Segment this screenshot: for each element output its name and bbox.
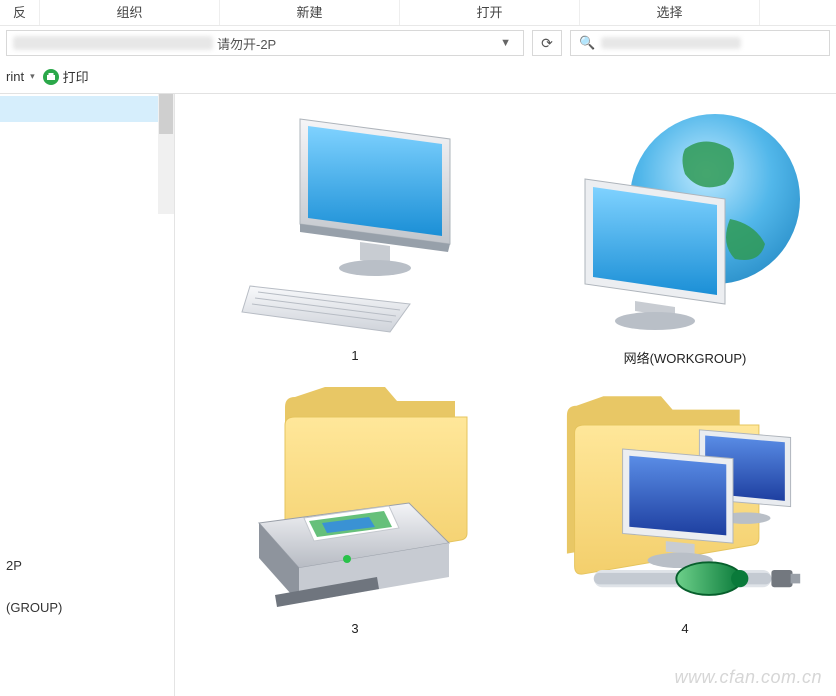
print-menu[interactable]: rint ▾ <box>6 69 35 84</box>
refresh-button[interactable]: ⟳ <box>532 30 562 56</box>
print-label: 打印 <box>63 67 89 86</box>
ribbon-tabs: 反 组织 新建 打开 选择 <box>0 0 836 26</box>
content-split: 2P (GROUP) <box>0 94 836 696</box>
item-label: 4 <box>681 621 688 636</box>
sidebar-scrollbar[interactable] <box>158 94 174 214</box>
watermark: www.cfan.com.cn <box>674 667 822 688</box>
navigation-sidebar[interactable]: 2P (GROUP) <box>0 94 175 696</box>
address-text: 请勿开-2P <box>217 34 276 53</box>
address-bar[interactable]: 请勿开-2P ▼ <box>6 30 524 56</box>
ribbon-tab-new[interactable]: 新建 <box>220 0 400 25</box>
refresh-icon: ⟳ <box>541 35 553 52</box>
address-bar-row: 请勿开-2P ▼ ⟳ 🔍 <box>0 26 836 60</box>
computer-icon <box>235 104 475 344</box>
print-button[interactable]: 打印 <box>43 67 89 86</box>
address-dropdown-icon[interactable]: ▼ <box>494 37 517 49</box>
address-blurred <box>13 36 213 50</box>
ribbon-tab-select[interactable]: 选择 <box>580 0 760 25</box>
search-placeholder-blur <box>601 37 741 49</box>
ribbon-tab-open[interactable]: 打开 <box>400 0 580 25</box>
item-computer[interactable]: 1 <box>195 104 515 367</box>
sidebar-scrollbar-thumb[interactable] <box>159 94 173 134</box>
network-icon <box>565 104 805 344</box>
printer-folder-icon <box>235 377 475 617</box>
sidebar-item-2p[interactable]: 2P <box>0 552 174 578</box>
item-printers-folder[interactable]: 3 <box>195 377 515 636</box>
item-network[interactable]: 网络(WORKGROUP) <box>525 104 836 367</box>
search-icon: 🔍 <box>579 35 595 51</box>
ribbon-tab-organize[interactable]: 组织 <box>40 0 220 25</box>
item-label: 1 <box>351 348 358 363</box>
sidebar-item-group[interactable]: (GROUP) <box>0 594 174 620</box>
item-label: 网络(WORKGROUP) <box>624 348 747 367</box>
sidebar-item-selected[interactable] <box>0 96 174 122</box>
item-label: 3 <box>351 621 358 636</box>
print-left-fragment: rint <box>6 69 24 84</box>
print-icon <box>43 69 59 85</box>
toolbar: rint ▾ 打印 <box>0 60 836 94</box>
network-folder-icon <box>565 377 805 617</box>
search-input[interactable]: 🔍 <box>570 30 830 56</box>
items-pane: 1 <box>175 94 836 696</box>
ribbon-tab-0[interactable]: 反 <box>0 0 40 25</box>
chevron-down-icon: ▾ <box>30 71 35 82</box>
item-network-folder[interactable]: 4 <box>525 377 836 636</box>
items-grid: 1 <box>175 94 836 646</box>
